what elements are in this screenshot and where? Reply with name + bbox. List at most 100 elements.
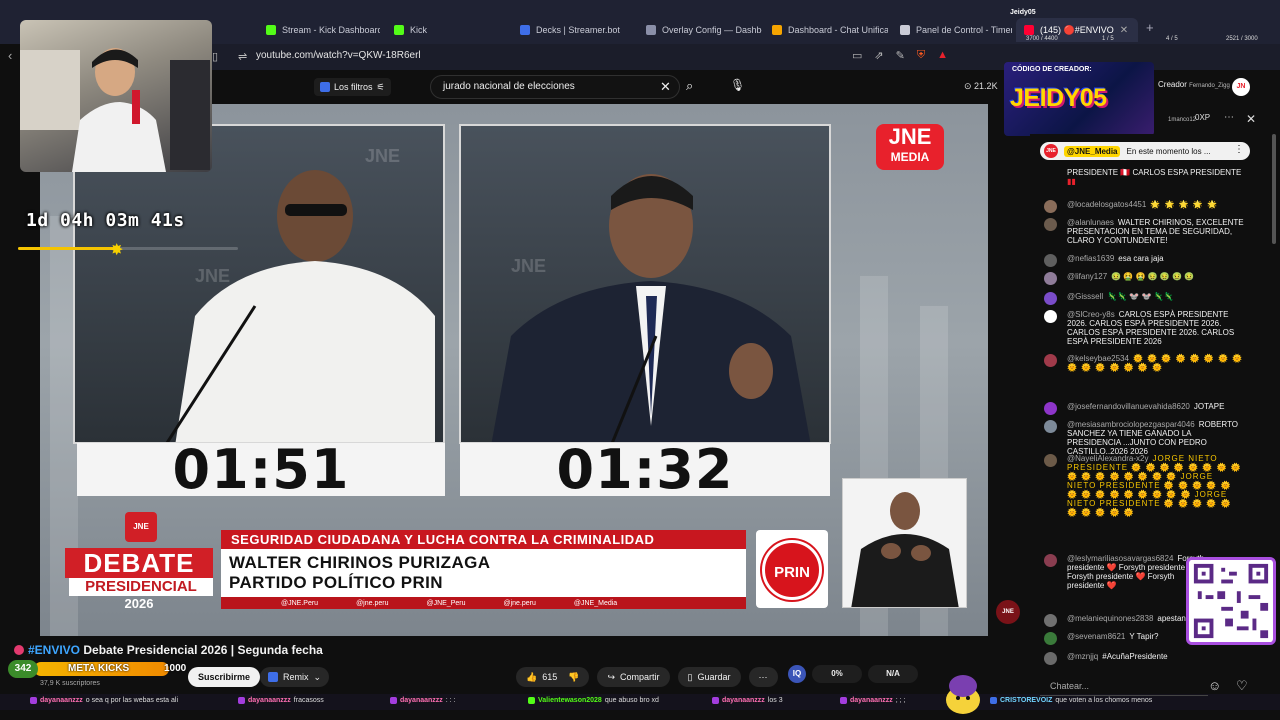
chat-username[interactable]: @nefias1639 [1067, 254, 1114, 263]
meta-kicks-label: META KICKS [68, 663, 130, 674]
search-input[interactable]: jurado nacional de elecciones [430, 75, 680, 99]
filters-label: Los filtros [334, 82, 373, 92]
chevron-down-icon: ⌄ [313, 672, 322, 682]
ticker-text: fracasoss [293, 697, 324, 704]
chat-username[interactable]: @locadelosgatos4451 [1067, 200, 1146, 209]
remix-button[interactable]: Remix ⌄ [260, 667, 330, 687]
debate-topic: SEGURIDAD CIUDADANA Y LUCHA CONTRA LA CR… [221, 530, 746, 549]
interpreter-figure [851, 492, 959, 607]
avatar[interactable] [1044, 420, 1057, 433]
heart-icon[interactable]: ♡ [1236, 678, 1248, 694]
party-logo-text: PRIN [762, 540, 822, 600]
ticker-item: dayanaanzzz fracasoss [238, 697, 324, 704]
avatar[interactable] [1044, 554, 1057, 567]
tab-chat-dashboard[interactable]: Dashboard - Chat Unifica [764, 18, 888, 42]
jne-logo-subtext: MEDIA [890, 150, 930, 164]
tab-streamerbot[interactable]: Decks | Streamer.bot [512, 18, 634, 42]
filters-button[interactable]: Los filtros ⚟ [314, 78, 391, 96]
chat-username[interactable]: @melaniequinones2838 [1067, 614, 1153, 623]
more-actions-button[interactable]: ⋯ [748, 667, 778, 687]
chat-message-body: @kelseybae2534 🌞 🌞 🌞 🌞 🌞 🌞 🌞 🌞 🌞 🌞 🌞 🌞 🌞 … [1067, 354, 1245, 372]
edit-icon[interactable]: ✎ [896, 49, 905, 62]
facebook-handle: @JNE.Peru [281, 599, 319, 607]
chat-scrollbar[interactable] [1272, 134, 1276, 244]
search-icon[interactable]: ⌕ [686, 78, 693, 94]
tab-kick-dashboard[interactable]: Stream - Kick Dashboard [258, 18, 380, 42]
emoji-icon[interactable]: ☺ [1208, 678, 1221, 693]
timer-icon [900, 25, 910, 35]
avatar[interactable] [1044, 218, 1057, 231]
avatar[interactable] [1044, 632, 1057, 645]
sliders-icon: ⚟ [376, 81, 385, 92]
new-tab-icon[interactable]: + [1146, 20, 1154, 35]
chat-input[interactable]: Chatear... [1040, 676, 1208, 696]
install-icon[interactable]: ▭ [852, 49, 862, 62]
avatar[interactable] [1044, 354, 1057, 367]
chat-username[interactable]: @alanlunaes [1067, 218, 1114, 227]
avatar[interactable] [1044, 614, 1057, 627]
avatar[interactable]: JN [1232, 78, 1250, 96]
save-label: Guardar [697, 672, 731, 682]
extension-stats: IQ 0% N/A [788, 663, 918, 685]
tab-timer-panel[interactable]: Panel de Control - Timer [892, 18, 1012, 42]
avatar[interactable] [1044, 200, 1057, 213]
brave-shield-icon[interactable]: ⛨ [917, 49, 925, 62]
speaker-party: PARTIDO POLÍTICO PRIN [229, 573, 443, 592]
more-options-icon[interactable]: ⋮ [1234, 144, 1244, 155]
badge-icon [712, 697, 719, 704]
bookmark-icon[interactable]: ▯ [212, 50, 218, 63]
ticker-user: Valientewason2028 [538, 697, 602, 704]
url-field[interactable]: youtube.com/watch?v=QKW-18R6erl [256, 50, 421, 61]
avatar[interactable] [1044, 310, 1057, 323]
chat-message-body: @NayeliAlexandra-x2y JORGE NIETO PRESIDEN… [1067, 454, 1245, 517]
share-button[interactable]: ↪ Compartir [597, 667, 670, 687]
countdown-progress [18, 247, 117, 250]
chat-username[interactable]: @mesiasambrociolopezgaspar4046 [1067, 420, 1195, 429]
alert-icon[interactable]: ▲ [937, 49, 948, 62]
chat-text: esa cara jaja [1118, 254, 1164, 263]
chat-username[interactable]: @josefernandovillanuevahida8620 [1067, 402, 1190, 411]
close-icon[interactable]: ✕ [1120, 25, 1128, 36]
save-button[interactable]: ▯ Guardar [677, 667, 741, 687]
chat-username[interactable]: @sevenam8621 [1067, 632, 1125, 641]
back-arrow-icon[interactable]: ‹ [8, 48, 12, 63]
chat-username[interactable]: @leslymariliasosavargas6824 [1067, 554, 1173, 563]
avatar[interactable] [1044, 454, 1057, 467]
chat-message-body: @SlCreo-y8s CARLOS ESPÀ PRESIDENTE 2026. … [1067, 310, 1245, 346]
chat-username[interactable]: @mznjjq [1067, 652, 1098, 661]
speaker-name: WALTER CHIRINOS PURIZAGA [229, 553, 491, 572]
video-player[interactable]: JNE JNE JNE 01:51 01:32 JNE MEDIA JNE DE… [40, 104, 988, 636]
address-actions: ▭ ⇗ ✎ ⛨ ▲ [852, 49, 948, 62]
avatar[interactable] [1044, 272, 1057, 285]
thumbs-down-icon[interactable]: 👎 [568, 667, 579, 687]
stat-value: 1 / 5 [1102, 36, 1114, 42]
like-button[interactable]: 👍 615 👎 [516, 667, 590, 687]
ticker-item: CRISTOREVOIZ que voten a los chomos menos [990, 697, 1152, 704]
pinned-message[interactable]: JNE @JNE_Media En este momento los ... ⋮ [1040, 142, 1250, 160]
more-options-icon[interactable]: ⋯ [1224, 112, 1234, 123]
mascot-sticker [946, 675, 980, 714]
tab-overlay-config[interactable]: Overlay Config — Dashbo [638, 18, 762, 42]
chat-username[interactable]: @lifany127 [1067, 272, 1107, 281]
subscribe-button[interactable]: Suscribirme [188, 667, 261, 687]
chat-ticker: dayanaanzzz o sea q por las webas esta al… [0, 694, 1280, 710]
site-settings-icon[interactable]: ⇌ [238, 50, 247, 63]
avatar[interactable] [1044, 402, 1057, 415]
extension-badge-icon[interactable]: IQ [788, 665, 806, 683]
chat-username[interactable]: @NayeliAlexandra-x2y [1067, 454, 1149, 463]
chat-icon [772, 25, 782, 35]
close-icon[interactable]: ✕ [1246, 112, 1256, 126]
avatar[interactable] [1044, 292, 1057, 305]
avatar[interactable] [1044, 652, 1057, 665]
microphone-icon[interactable]: 🎙 [730, 78, 745, 92]
share-icon[interactable]: ⇗ [874, 49, 883, 62]
tab-kick[interactable]: Kick [386, 18, 506, 42]
chat-username[interactable]: @Gisssell [1067, 292, 1103, 301]
avatar[interactable] [1044, 254, 1057, 267]
chat-username[interactable]: @kelseybae2534 [1067, 354, 1129, 363]
tab-label: Panel de Control - Timer [916, 25, 1012, 35]
clear-search-icon[interactable]: ✕ [660, 79, 671, 95]
live-hashtag[interactable]: #ENVIVO [28, 643, 80, 657]
chat-username[interactable]: @SlCreo-y8s [1067, 310, 1115, 319]
streamer-webcam [20, 20, 212, 172]
